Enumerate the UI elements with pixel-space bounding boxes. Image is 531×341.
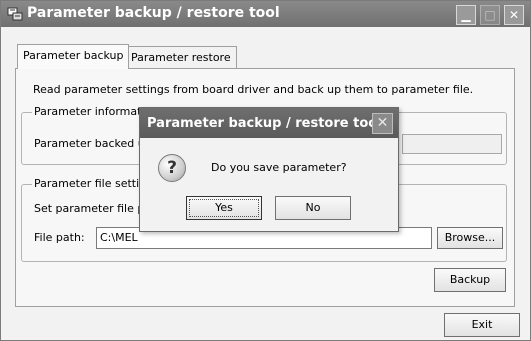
description-text: Read parameter settings from board drive… [33,83,474,96]
dialog-message: Do you save parameter? [211,161,347,174]
close-button[interactable]: ✕ [504,5,524,25]
tab-label: Parameter restore [131,51,231,64]
backup-button[interactable]: Backup [434,268,506,292]
file-path-label: File path: [34,231,85,244]
parameter-backed-up-text: Parameter backed u [34,137,145,150]
tab-parameter-restore[interactable]: Parameter restore [125,46,237,68]
maximize-icon: □ [484,8,496,22]
dialog-title-bar[interactable]: Parameter backup / restore tool ✕ [140,108,398,138]
dialog-title: Parameter backup / restore tool [147,116,382,131]
minimize-icon: ▁ [461,8,471,22]
exit-button[interactable]: Exit [444,313,520,337]
dialog-close-button[interactable]: ✕ [372,113,393,134]
group-legend: Parameter file setting [32,177,156,190]
browse-button[interactable]: Browse... [437,227,503,249]
close-icon: ✕ [508,8,520,22]
title-bar[interactable]: Parameter backup / restore tool ▁ □ ✕ [1,1,530,27]
group-legend: Parameter informatio [32,105,154,118]
close-icon: ✕ [376,115,389,131]
no-button[interactable]: No [275,196,351,220]
tab-parameter-backup[interactable]: Parameter backup [17,44,130,69]
tab-label: Parameter backup [23,49,124,62]
app-icon [7,7,23,21]
yes-button[interactable]: Yes [186,196,262,220]
question-icon: ? [158,154,186,182]
window-title: Parameter backup / restore tool [27,5,280,21]
backup-status-field [402,134,502,154]
minimize-button[interactable]: ▁ [456,5,476,25]
maximize-button: □ [480,5,500,25]
file-path-instruction: Set parameter file pa [34,202,152,215]
confirm-save-dialog: Parameter backup / restore tool ✕ ? Do y… [139,107,399,232]
